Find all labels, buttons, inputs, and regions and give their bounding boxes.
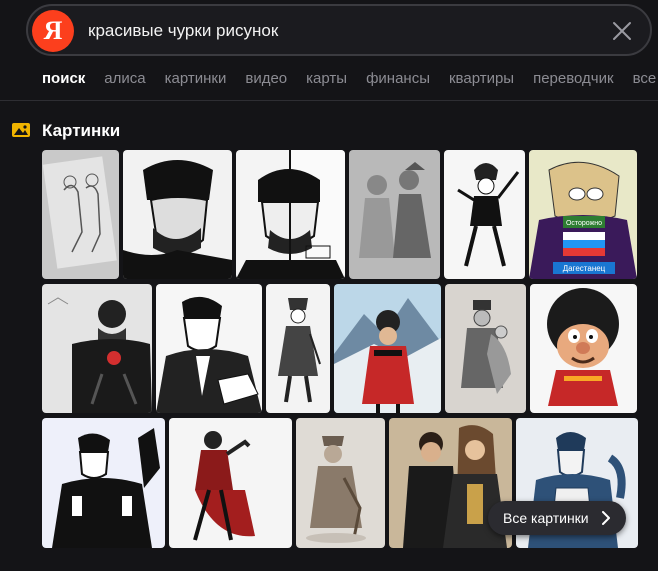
image-thumbnail[interactable] (236, 150, 345, 279)
tabs-divider (0, 100, 658, 101)
image-thumbnail[interactable] (169, 418, 292, 548)
search-bar[interactable]: Я красивые чурки рисунок (26, 4, 652, 56)
image-thumbnail[interactable] (42, 418, 165, 548)
image-thumbnail[interactable] (530, 284, 637, 413)
tab-video[interactable]: видео (245, 70, 287, 87)
chevron-right-icon (602, 511, 610, 525)
yandex-logo[interactable]: Я (32, 10, 74, 52)
tab-maps[interactable]: карты (306, 70, 347, 87)
image-thumbnail[interactable] (42, 150, 119, 279)
image-thumbnail[interactable] (156, 284, 262, 413)
tab-alice[interactable]: алиса (104, 70, 145, 87)
image-icon (12, 123, 30, 137)
shirt-caption-top: Осторожно (566, 220, 602, 227)
nav-tabs: поиск алиса картинки видео карты финансы… (42, 70, 658, 87)
all-images-label: Все картинки (503, 510, 589, 526)
image-thumbnail[interactable] (334, 284, 441, 413)
tab-finance[interactable]: финансы (366, 70, 430, 87)
image-thumbnail[interactable] (42, 284, 152, 413)
images-section-title: Картинки (42, 121, 121, 140)
image-thumbnail[interactable] (445, 284, 526, 413)
all-images-button[interactable]: Все картинки (488, 501, 626, 535)
image-thumbnail[interactable]: Осторожно Дагестанец (529, 150, 637, 279)
tab-translator[interactable]: переводчик (533, 70, 613, 87)
clear-icon[interactable] (608, 17, 636, 45)
shirt-caption-bottom: Дагестанец (563, 264, 606, 273)
image-thumbnail[interactable] (266, 284, 330, 413)
tab-realty[interactable]: квартиры (449, 70, 514, 87)
tab-images[interactable]: картинки (165, 70, 227, 87)
search-input[interactable]: красивые чурки рисунок (88, 21, 278, 41)
tab-all[interactable]: все (633, 70, 657, 87)
image-thumbnail[interactable] (444, 150, 525, 279)
image-thumbnail[interactable] (296, 418, 385, 548)
tab-search[interactable]: поиск (42, 70, 85, 87)
image-thumbnail[interactable] (349, 150, 440, 279)
image-thumbnail[interactable] (123, 150, 232, 279)
